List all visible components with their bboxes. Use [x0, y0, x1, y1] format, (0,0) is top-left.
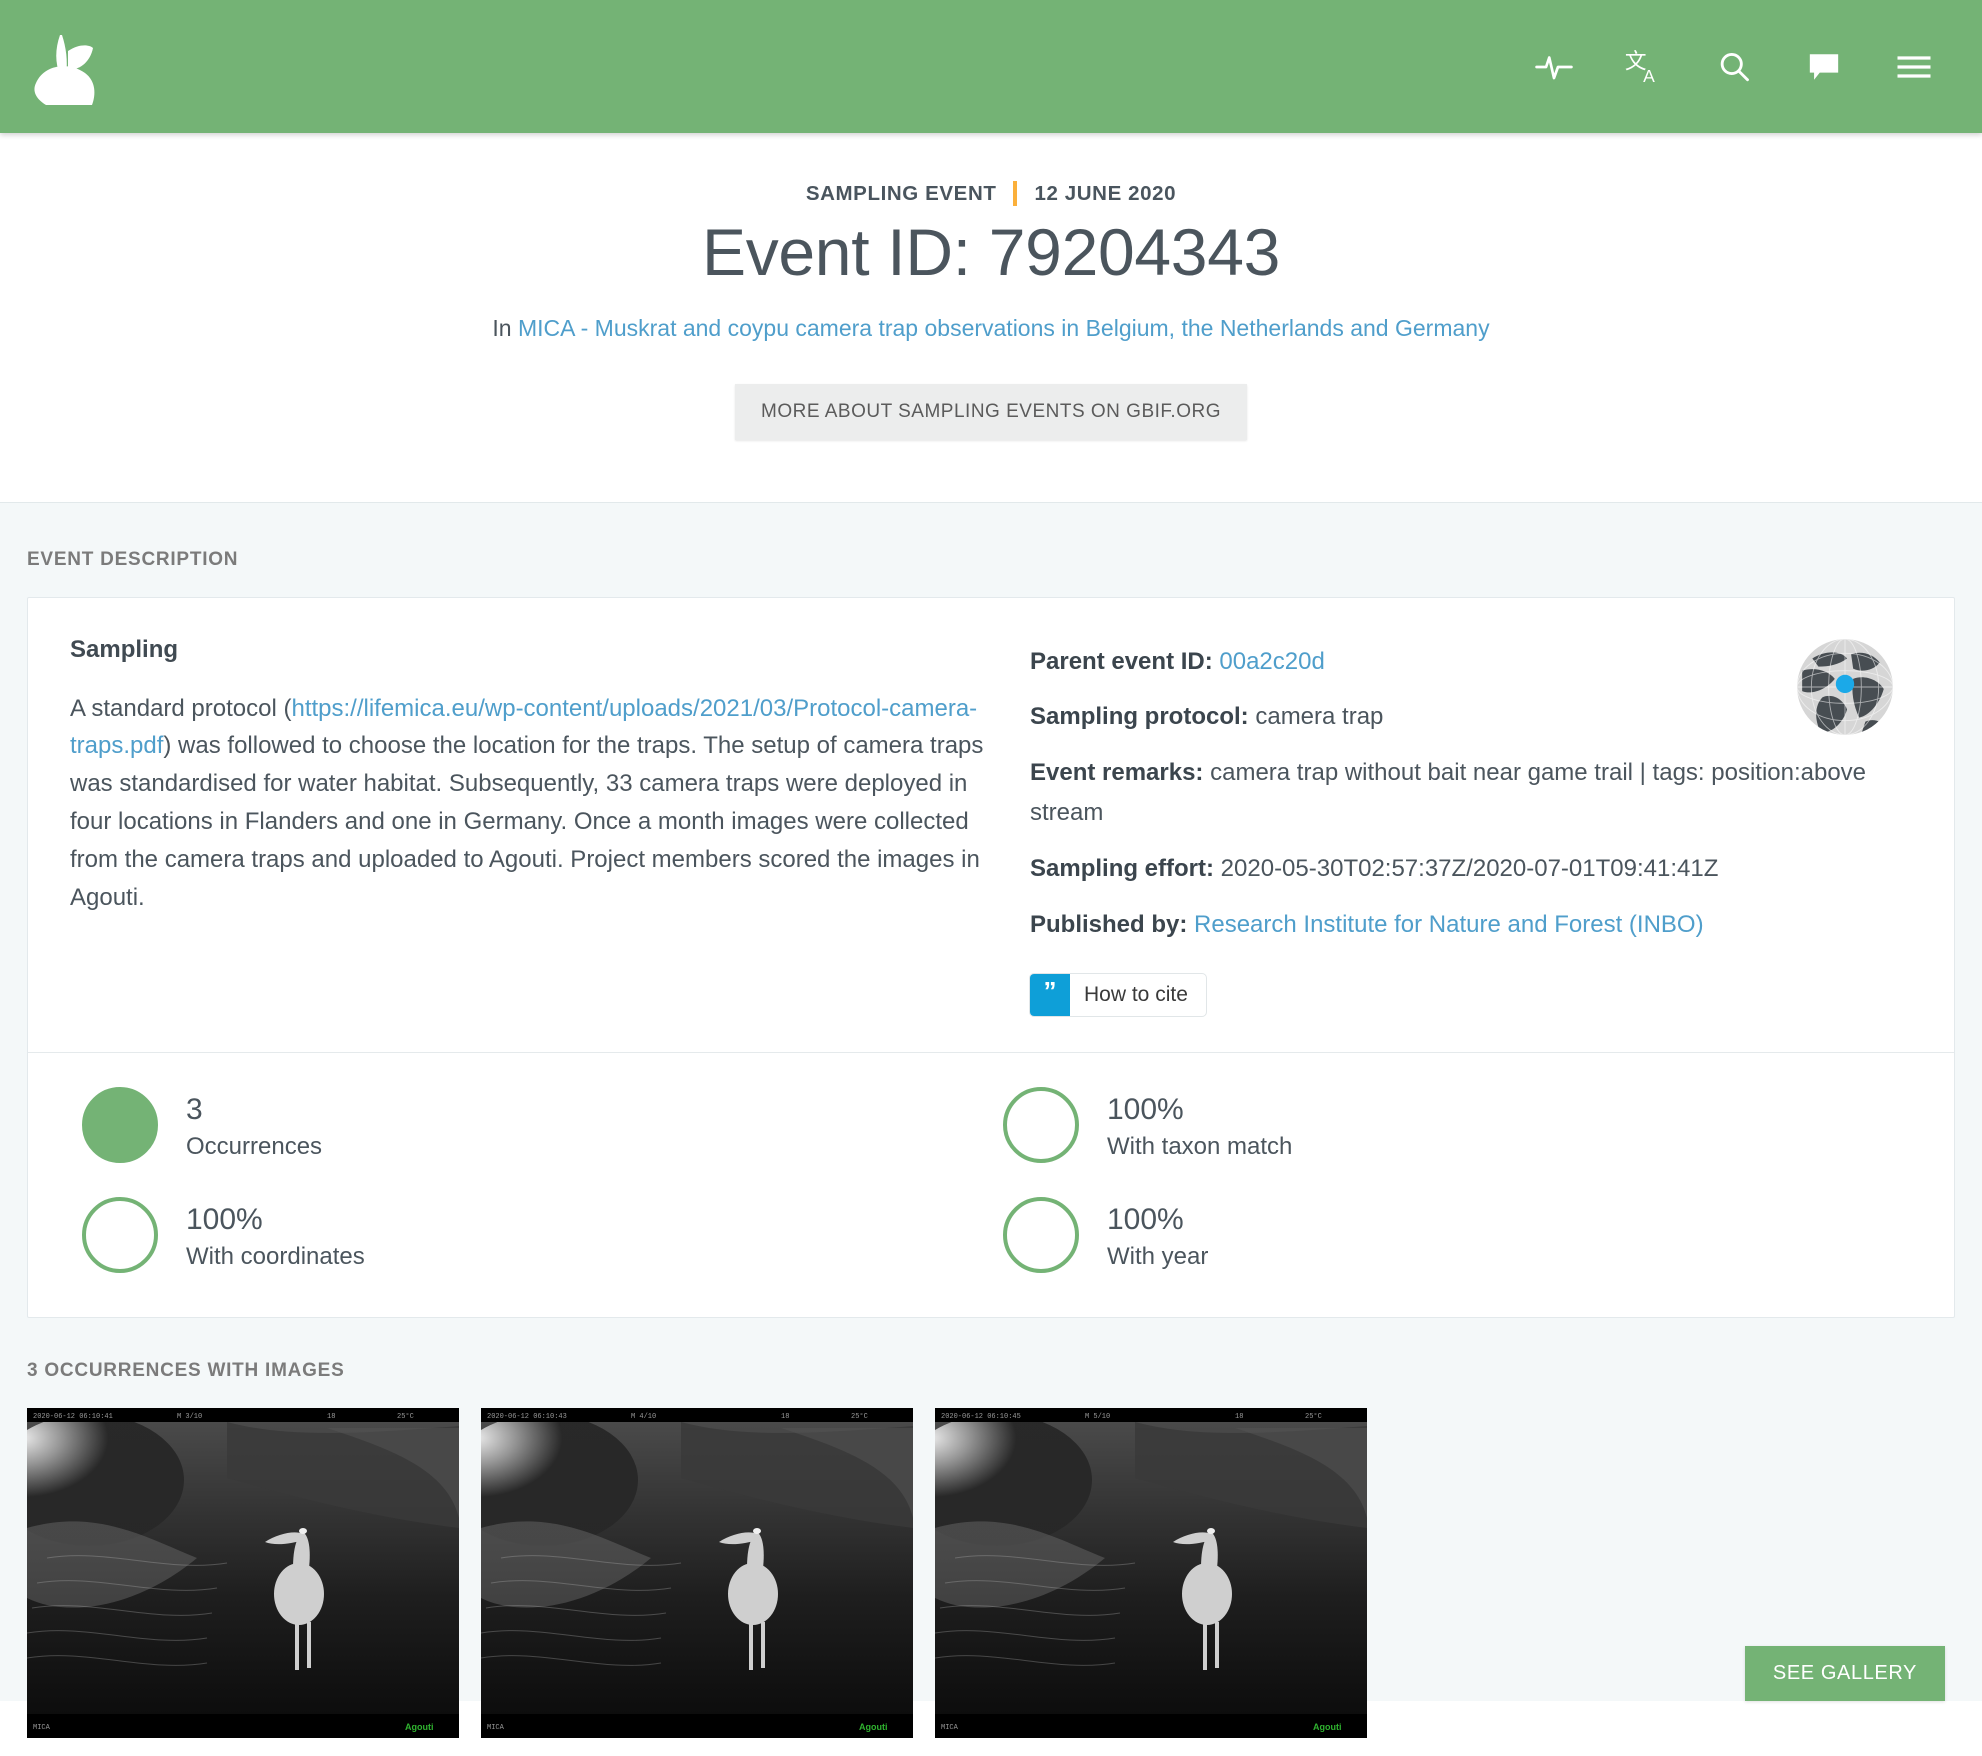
- gbif-leaf-logo[interactable]: [30, 22, 120, 112]
- dataset-line: In MICA - Muskrat and coypu camera trap …: [20, 315, 1962, 342]
- location-globe-thumbnail[interactable]: [1794, 636, 1896, 738]
- how-to-cite-button[interactable]: ” How to cite: [1030, 974, 1206, 1017]
- sampling-effort-row: Sampling effort: 2020-05-30T02:57:37Z/20…: [1030, 849, 1912, 889]
- stat-year: 100% With year: [991, 1197, 1912, 1274]
- camera-trap-thumbnail-3[interactable]: 2020-06-12 06:10:45 M 5/10 18 25°C MICA …: [935, 1408, 1367, 1739]
- stat-ring-occurrences: [82, 1087, 158, 1164]
- camera-trap-thumbnail-1[interactable]: 2020-06-12 06:10:41 M 3/10 18 25°C MICA …: [27, 1408, 459, 1739]
- site-header: 文 A: [0, 0, 1982, 133]
- parent-event-label: Parent event ID:: [1030, 647, 1213, 675]
- sampling-text-after: ) was followed to choose the location fo…: [70, 732, 984, 912]
- svg-text:25°C: 25°C: [397, 1412, 414, 1421]
- event-description-card: Sampling A standard protocol (https://li…: [27, 596, 1955, 1319]
- svg-text:18: 18: [327, 1413, 335, 1421]
- event-kicker-line: SAMPLING EVENT 12 JUNE 2020: [20, 181, 1962, 206]
- sampling-heading: Sampling: [70, 635, 179, 663]
- stat-value-year: 100%: [1107, 1203, 1184, 1237]
- stat-label-occurrences: Occurrences: [186, 1132, 323, 1160]
- published-by-label: Published by:: [1030, 910, 1188, 938]
- svg-text:25°C: 25°C: [851, 1412, 868, 1421]
- publisher-link[interactable]: Research Institute for Nature and Forest…: [1194, 911, 1704, 938]
- svg-text:M 4/10: M 4/10: [631, 1413, 656, 1421]
- svg-text:MICA: MICA: [487, 1724, 505, 1732]
- svg-text:M 3/10: M 3/10: [177, 1413, 202, 1421]
- svg-text:2020-06-12 06:10:45: 2020-06-12 06:10:45: [941, 1413, 1021, 1421]
- page-title: Event ID: 79204343: [701, 215, 1281, 289]
- event-metadata-column: Parent event ID: 00a2c20d Sampling proto…: [1030, 636, 1912, 1017]
- event-kicker: SAMPLING EVENT: [805, 181, 997, 205]
- event-remarks-row: Event remarks: camera trap without bait …: [1030, 753, 1912, 833]
- stat-value-occurrences: 3: [186, 1093, 203, 1127]
- svg-text:2020-06-12 06:10:41: 2020-06-12 06:10:41: [33, 1413, 113, 1421]
- event-description-section-label: EVENT DESCRIPTION: [27, 548, 239, 570]
- feedback-chat-icon[interactable]: [1802, 45, 1846, 89]
- published-by-row: Published by: Research Institute for Nat…: [1030, 905, 1912, 945]
- event-title-block: SAMPLING EVENT 12 JUNE 2020 Event ID: 79…: [0, 133, 1982, 502]
- see-gallery-button[interactable]: SEE GALLERY: [1744, 1646, 1945, 1702]
- hamburger-menu-icon[interactable]: [1892, 45, 1936, 89]
- page-body: EVENT DESCRIPTION Sampling A standard pr…: [0, 501, 1982, 1739]
- kicker-separator: [1013, 181, 1018, 206]
- stat-label-coordinates: With coordinates: [186, 1242, 365, 1270]
- occurrences-gallery-section: 3 OCCURRENCES WITH IMAGES 2020-06-12 06:…: [27, 1360, 1955, 1739]
- sampling-effort-label: Sampling effort:: [1030, 854, 1214, 882]
- translate-icon[interactable]: 文 A: [1622, 45, 1666, 89]
- header-icon-group: 文 A: [1532, 45, 1958, 89]
- event-remarks-label: Event remarks:: [1030, 759, 1204, 787]
- sampling-description: A standard protocol (https://lifemica.eu…: [70, 690, 990, 917]
- parent-event-link[interactable]: 00a2c20d: [1219, 648, 1324, 675]
- gallery-thumbnail-strip: 2020-06-12 06:10:41 M 3/10 18 25°C MICA …: [27, 1408, 1955, 1739]
- activity-pulse-icon[interactable]: [1532, 45, 1576, 89]
- event-stats-grid: 3 Occurrences 100% With taxon match 100%…: [28, 1053, 1954, 1317]
- parent-event-row: Parent event ID: 00a2c20d: [1030, 642, 1912, 682]
- stat-ring-taxon-match: [1003, 1087, 1079, 1164]
- event-date: 12 JUNE 2020: [1034, 181, 1177, 205]
- svg-text:M 5/10: M 5/10: [1085, 1413, 1110, 1421]
- sampling-protocol-label: Sampling protocol:: [1030, 703, 1249, 731]
- stat-occurrences: 3 Occurrences: [70, 1087, 991, 1164]
- svg-text:Agouti: Agouti: [405, 1722, 434, 1732]
- svg-text:Agouti: Agouti: [1313, 1722, 1342, 1732]
- stat-label-year: With year: [1107, 1242, 1209, 1270]
- how-to-cite-label: How to cite: [1084, 983, 1188, 1007]
- more-about-sampling-events-button[interactable]: MORE ABOUT SAMPLING EVENTS ON GBIF.ORG: [735, 383, 1247, 440]
- svg-text:MICA: MICA: [941, 1724, 959, 1732]
- camera-trap-thumbnail-2[interactable]: 2020-06-12 06:10:43 M 4/10 18 25°C MICA …: [481, 1408, 913, 1739]
- sampling-text-before: A standard protocol (: [70, 694, 292, 722]
- stat-ring-coordinates: [82, 1197, 158, 1274]
- svg-text:2020-06-12 06:10:43: 2020-06-12 06:10:43: [487, 1413, 567, 1421]
- dataset-link[interactable]: MICA - Muskrat and coypu camera trap obs…: [518, 315, 1490, 341]
- stat-label-taxon-match: With taxon match: [1107, 1132, 1293, 1160]
- in-prefix: In: [492, 314, 512, 341]
- stat-value-taxon-match: 100%: [1107, 1093, 1184, 1127]
- svg-text:25°C: 25°C: [1305, 1412, 1322, 1421]
- sampling-effort-value: 2020-05-30T02:57:37Z/2020-07-01T09:41:41…: [1220, 854, 1719, 882]
- stat-taxon-match: 100% With taxon match: [991, 1087, 1912, 1164]
- svg-text:Agouti: Agouti: [859, 1722, 888, 1732]
- quote-icon: ”: [1030, 974, 1070, 1017]
- sampling-protocol-row: Sampling protocol: camera trap: [1030, 697, 1912, 737]
- svg-text:18: 18: [781, 1413, 789, 1421]
- stat-ring-year: [1003, 1197, 1079, 1274]
- sampling-protocol-value: camera trap: [1255, 703, 1384, 731]
- search-icon[interactable]: [1712, 45, 1756, 89]
- svg-text:18: 18: [1235, 1413, 1243, 1421]
- stat-coordinates: 100% With coordinates: [70, 1197, 991, 1274]
- svg-text:MICA: MICA: [33, 1724, 51, 1732]
- stat-value-coordinates: 100%: [186, 1203, 263, 1237]
- sampling-column: Sampling A standard protocol (https://li…: [70, 636, 990, 1017]
- gallery-section-label: 3 OCCURRENCES WITH IMAGES: [27, 1360, 345, 1382]
- svg-text:A: A: [1643, 66, 1655, 86]
